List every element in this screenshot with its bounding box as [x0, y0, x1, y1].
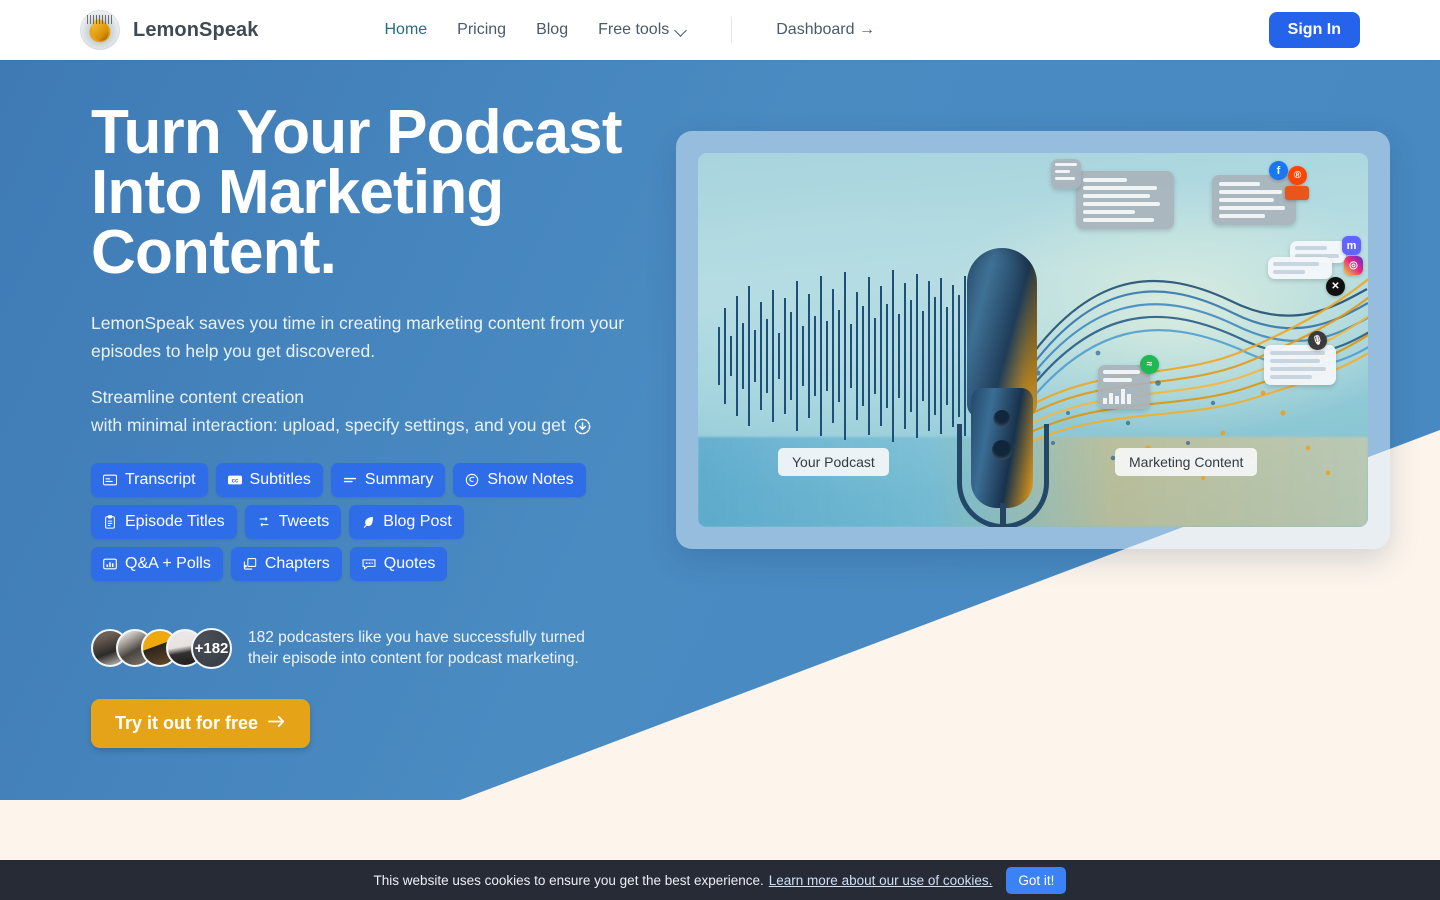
- sign-in-button[interactable]: Sign In: [1268, 12, 1360, 48]
- nav-divider: [731, 17, 733, 43]
- closed-caption-icon: cc: [227, 473, 242, 487]
- nav-item-pricing[interactable]: Pricing: [457, 21, 506, 39]
- mastodon-icon: m: [1342, 236, 1361, 255]
- clipboard-icon: [103, 515, 117, 529]
- audio-waveform: [716, 268, 971, 443]
- podcast-mic-icon: 🎙: [1308, 331, 1327, 350]
- hero-streamline-text: Streamline content creation with minimal…: [91, 383, 691, 439]
- nav-item-home[interactable]: Home: [384, 21, 427, 39]
- content-card-notes: [1264, 345, 1336, 385]
- feature-tag-tweets[interactable]: Tweets: [244, 505, 342, 539]
- feature-tag-label: Q&A + Polls: [125, 555, 211, 572]
- quote-bubble-icon: [362, 557, 376, 571]
- feature-tag-qa-polls[interactable]: Q&A + Polls: [91, 547, 223, 581]
- social-proof-text: 182 podcasters like you have successfull…: [248, 629, 585, 667]
- lemon-microphone-logo: [80, 10, 120, 50]
- feature-tag-show-notes[interactable]: Show Notes: [453, 463, 586, 497]
- reddit-icon: ®: [1288, 166, 1307, 185]
- brand-logo-link[interactable]: LemonSpeak: [80, 10, 258, 50]
- nav-links: Home Pricing Blog Free tools Dashboard →: [384, 17, 875, 43]
- feature-tag-episode-titles[interactable]: Episode Titles: [91, 505, 237, 539]
- content-card-chat-bottom: [1268, 257, 1332, 279]
- svg-text:cc: cc: [231, 478, 238, 485]
- streamline-line-1: Streamline content creation: [91, 387, 305, 407]
- cookie-consent-banner: This website uses cookies to ensure you …: [0, 860, 1440, 900]
- feature-tag-label: Transcript: [125, 471, 196, 488]
- nav-item-free-tools[interactable]: Free tools: [598, 21, 687, 39]
- facebook-icon: f: [1269, 161, 1288, 180]
- tweet-icon: [257, 515, 271, 529]
- streamline-line-2: with minimal interaction: upload, specif…: [91, 415, 566, 435]
- cookie-accept-button[interactable]: Got it!: [1006, 866, 1067, 894]
- content-card-calendar: [1051, 159, 1081, 189]
- page-title: Turn Your Podcast Into Marketing Content…: [91, 98, 622, 287]
- cta-label: Try it out for free: [115, 713, 259, 733]
- feature-tag-label: Subtitles: [249, 471, 311, 488]
- hero-left-column: Turn Your Podcast Into Marketing Content…: [91, 98, 691, 748]
- instagram-icon: ◎: [1344, 256, 1363, 275]
- feature-tag-label: Episode Titles: [125, 513, 225, 530]
- show-notes-icon: [465, 473, 479, 487]
- try-it-free-button[interactable]: Try it out for free: [91, 699, 311, 748]
- hero-label-marketing-content: Marketing Content: [1115, 448, 1258, 476]
- page-root: LemonSpeak Home Pricing Blog Free tools …: [0, 0, 1440, 900]
- bar-chart-icon: [103, 557, 117, 571]
- hero-subtitle: LemonSpeak saves you time in creating ma…: [91, 313, 625, 361]
- feature-tag-quotes[interactable]: Quotes: [349, 547, 448, 581]
- feather-pen-icon: [361, 515, 375, 529]
- content-card-article: [1076, 171, 1174, 229]
- hero-label-your-podcast: Your Podcast: [778, 448, 889, 476]
- reddit-banner-icon: [1285, 186, 1309, 200]
- top-navigation-bar: LemonSpeak Home Pricing Blog Free tools …: [0, 0, 1440, 60]
- chapters-icon: [243, 557, 257, 571]
- transcript-icon: [103, 473, 117, 487]
- microphone-stem: [1000, 503, 1006, 527]
- feature-tag-label: Show Notes: [487, 471, 574, 488]
- feature-tag-label: Summary: [364, 471, 434, 488]
- microphone-illustration: [947, 248, 1059, 527]
- avatar-more-count: +182: [191, 627, 232, 669]
- hero-image-card: f ® m ◎ ✕ 🎙 ≈ Your Podcast Marketing Con…: [676, 131, 1390, 549]
- nav-item-free-tools-label: Free tools: [598, 21, 670, 38]
- cookie-banner-text: This website uses cookies to ensure you …: [373, 872, 764, 888]
- feature-tag-blog-post[interactable]: Blog Post: [349, 505, 464, 539]
- feature-tag-transcript[interactable]: Transcript: [91, 463, 208, 497]
- summary-lines-icon: [343, 473, 357, 487]
- social-proof: +182 182 podcasters like you have succes…: [91, 627, 691, 669]
- arrow-right-icon: [268, 713, 286, 734]
- feature-tag-label: Blog Post: [383, 513, 452, 530]
- x-twitter-icon: ✕: [1326, 277, 1345, 296]
- cookie-learn-more-link[interactable]: Learn more about our use of cookies.: [769, 873, 993, 888]
- avatar-stack: +182: [91, 627, 232, 669]
- chevron-down-icon: [676, 25, 687, 36]
- feature-tag-chapters[interactable]: Chapters: [230, 547, 342, 581]
- streamline-line-2-wrap: with minimal interaction: upload, specif…: [91, 411, 592, 439]
- arrow-down-circle-icon: [573, 416, 592, 435]
- feature-tag-label: Tweets: [278, 513, 330, 530]
- feature-tag-label: Chapters: [264, 555, 330, 572]
- feature-tag-subtitles[interactable]: cc Subtitles: [215, 463, 323, 497]
- feature-tag-list: Transcript cc Subtitles Summary Show Not…: [91, 463, 591, 581]
- spotify-icon: ≈: [1140, 355, 1159, 374]
- nav-item-dashboard[interactable]: Dashboard →: [776, 21, 875, 39]
- content-card-social-post: [1212, 175, 1296, 225]
- feature-tag-label: Quotes: [383, 555, 436, 572]
- hero-illustration: f ® m ◎ ✕ 🎙 ≈ Your Podcast Marketing Con…: [698, 153, 1368, 527]
- nav-item-blog[interactable]: Blog: [536, 21, 568, 39]
- brand-name: LemonSpeak: [133, 18, 259, 41]
- feature-tag-summary[interactable]: Summary: [330, 463, 446, 497]
